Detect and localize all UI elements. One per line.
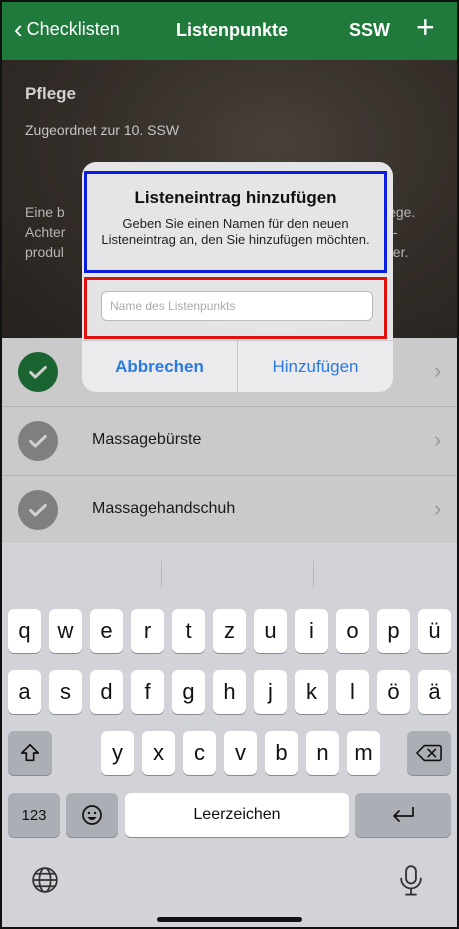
key[interactable]: k bbox=[295, 670, 328, 714]
key[interactable]: u bbox=[254, 609, 287, 653]
suggestion-divider bbox=[161, 561, 162, 587]
back-label: Checklisten bbox=[26, 18, 120, 39]
back-button[interactable]: ‹ Checklisten bbox=[14, 16, 120, 42]
key[interactable]: w bbox=[49, 609, 82, 653]
emoji-icon bbox=[82, 805, 102, 825]
key[interactable]: v bbox=[224, 731, 257, 775]
home-indicator bbox=[157, 917, 302, 922]
globe-icon[interactable] bbox=[30, 865, 60, 902]
dialog-header-highlight: Listeneintrag hinzufügen Geben Sie einen… bbox=[84, 171, 387, 273]
shift-icon bbox=[20, 743, 40, 762]
key[interactable]: t bbox=[172, 609, 205, 653]
keyboard: q w e r t z u i o p ü a s d f g h j k l … bbox=[2, 543, 457, 927]
space-key[interactable]: Leerzeichen bbox=[125, 793, 349, 837]
key[interactable]: f bbox=[131, 670, 164, 714]
suggestion-bar bbox=[2, 543, 457, 601]
key[interactable]: p bbox=[377, 609, 410, 653]
key[interactable]: r bbox=[131, 609, 164, 653]
key[interactable]: i bbox=[295, 609, 328, 653]
dialog-title: Listeneintrag hinzufügen bbox=[134, 188, 337, 207]
backspace-icon bbox=[416, 744, 442, 762]
backspace-key[interactable] bbox=[407, 731, 451, 775]
numbers-key[interactable]: 123 bbox=[8, 793, 60, 837]
return-key[interactable] bbox=[355, 793, 451, 837]
cancel-button[interactable]: Abbrechen bbox=[82, 341, 238, 392]
key[interactable]: z bbox=[213, 609, 246, 653]
key[interactable]: ä bbox=[418, 670, 451, 714]
key[interactable]: h bbox=[213, 670, 246, 714]
key[interactable]: q bbox=[8, 609, 41, 653]
key[interactable]: o bbox=[336, 609, 369, 653]
shift-key[interactable] bbox=[8, 731, 52, 775]
microphone-icon[interactable] bbox=[398, 865, 424, 904]
key[interactable]: y bbox=[101, 731, 134, 775]
key[interactable]: l bbox=[336, 670, 369, 714]
chevron-left-icon: ‹ bbox=[14, 14, 23, 44]
input-highlight bbox=[84, 277, 387, 339]
return-icon bbox=[393, 807, 414, 822]
key[interactable]: ü bbox=[418, 609, 451, 653]
page-title: Listenpunkte bbox=[176, 20, 289, 40]
phone-screen: ‹ Checklisten Listenpunkte SSW + Pflege … bbox=[0, 0, 459, 929]
key[interactable]: g bbox=[172, 670, 205, 714]
dialog-buttons: Abbrechen Hinzufügen bbox=[82, 340, 393, 392]
key[interactable]: d bbox=[90, 670, 123, 714]
add-icon[interactable]: + bbox=[416, 11, 435, 43]
dialog-message: Geben Sie einen Namen für den neuen List… bbox=[101, 216, 370, 247]
key[interactable]: ö bbox=[377, 670, 410, 714]
key[interactable]: m bbox=[347, 731, 380, 775]
key[interactable]: s bbox=[49, 670, 82, 714]
ssw-button[interactable]: SSW bbox=[349, 20, 390, 41]
key[interactable]: c bbox=[183, 731, 216, 775]
key[interactable]: x bbox=[142, 731, 175, 775]
key[interactable]: j bbox=[254, 670, 287, 714]
suggestion-divider bbox=[313, 561, 314, 587]
add-button[interactable]: Hinzufügen bbox=[238, 341, 393, 392]
key[interactable]: e bbox=[90, 609, 123, 653]
add-item-dialog: Listeneintrag hinzufügen Geben Sie einen… bbox=[82, 162, 393, 392]
key[interactable]: b bbox=[265, 731, 298, 775]
navigation-bar: ‹ Checklisten Listenpunkte SSW + bbox=[2, 2, 457, 60]
item-name-input[interactable] bbox=[101, 291, 373, 321]
key[interactable]: n bbox=[306, 731, 339, 775]
emoji-key[interactable] bbox=[66, 793, 118, 837]
key[interactable]: a bbox=[8, 670, 41, 714]
